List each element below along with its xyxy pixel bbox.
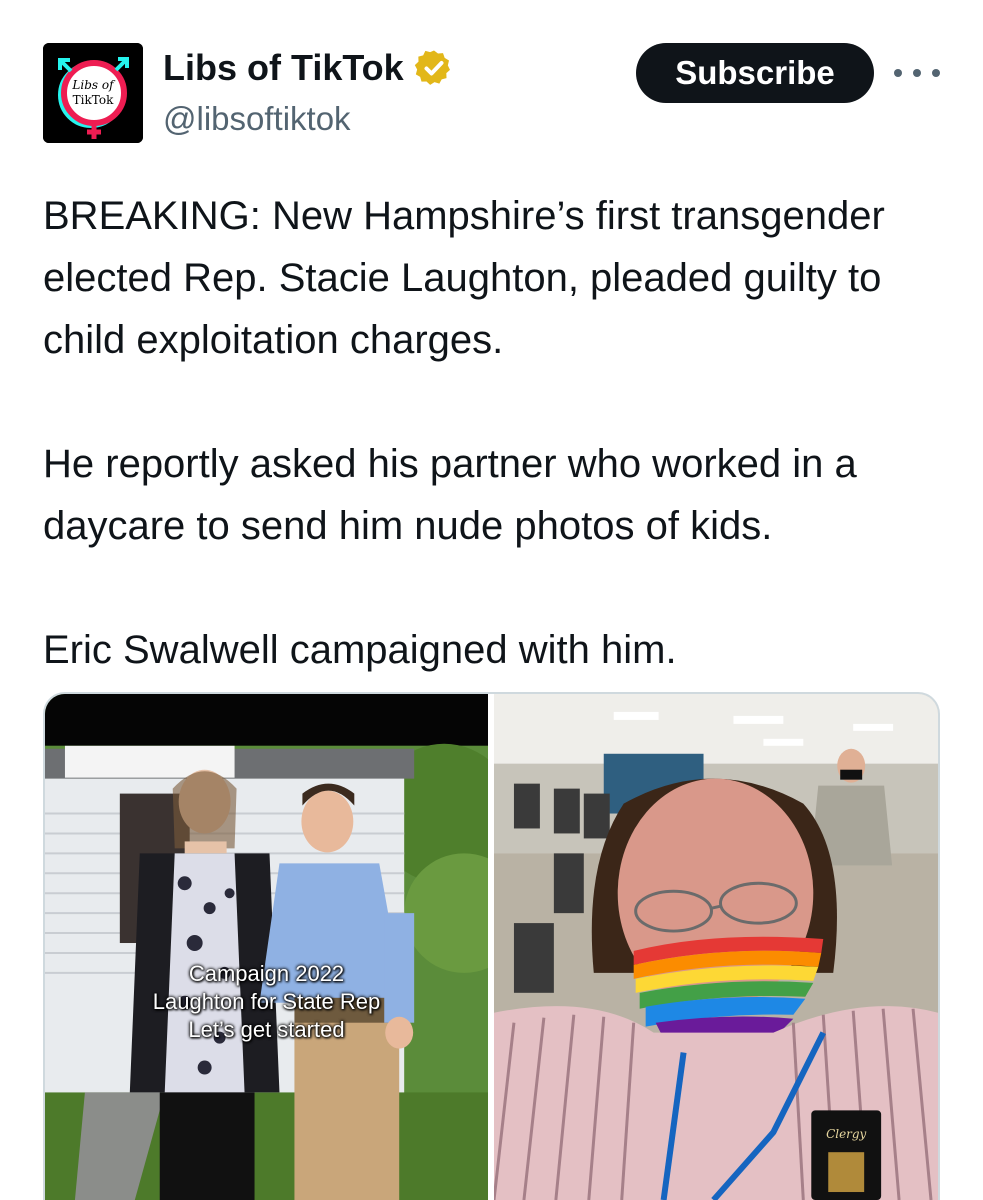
campaign-photo-illustration (45, 694, 488, 1200)
tweet-text: BREAKING: New Hampshire’s first transgen… (43, 185, 943, 681)
more-dot (894, 69, 902, 77)
svg-text:Libs of: Libs of (71, 78, 116, 92)
more-options-icon[interactable] (894, 58, 940, 88)
subscribe-button[interactable]: Subscribe (636, 43, 874, 103)
media-grid: Campaign 2022 Laughton for State Rep Let… (43, 692, 940, 1200)
tweet-paragraph: He reportly asked his partner who worked… (43, 442, 857, 548)
author-name-row[interactable]: Libs of TikTok (163, 48, 454, 88)
tweet-paragraph: Eric Swalwell campaigned with him. (43, 628, 677, 672)
libs-of-tiktok-logo: Libs of TikTok (43, 43, 143, 143)
author-handle[interactable]: @libsoftiktok (163, 100, 351, 138)
more-dot (932, 69, 940, 77)
author-display-name[interactable]: Libs of TikTok (163, 48, 404, 88)
tweet: Libs of TikTok Libs of TikTok @libsoftik… (0, 0, 983, 1200)
verified-badge-icon[interactable] (414, 48, 454, 88)
tweet-paragraph: BREAKING: New Hampshire’s first transgen… (43, 194, 885, 362)
caption-line: Laughton for State Rep (152, 989, 381, 1014)
media-photo-campaign[interactable]: Campaign 2022 Laughton for State Rep Let… (45, 694, 488, 1200)
caption-line: Let’s get started (188, 1017, 345, 1042)
svg-text:TikTok: TikTok (73, 93, 114, 107)
more-dot (913, 69, 921, 77)
clergy-badge-text: Clergy (826, 1127, 866, 1141)
author-avatar[interactable]: Libs of TikTok (43, 43, 143, 143)
caption-line: Campaign 2022 (188, 961, 345, 986)
media-photo-selfie[interactable]: Clergy (494, 694, 938, 1200)
campaign-caption: Campaign 2022 Laughton for State Rep Let… (45, 960, 488, 1044)
selfie-photo-illustration: Clergy (494, 694, 938, 1200)
